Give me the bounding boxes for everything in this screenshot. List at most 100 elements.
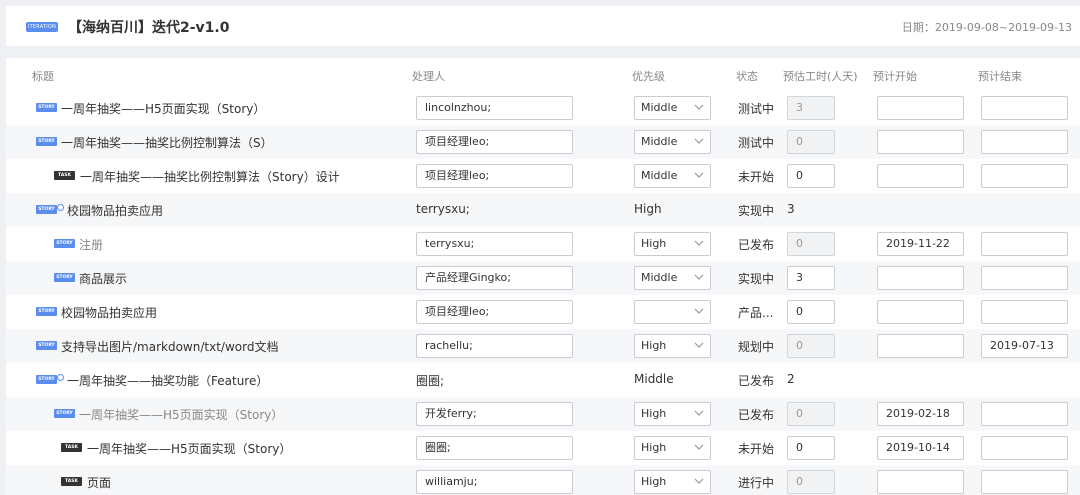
end-date-input[interactable] [981,402,1068,426]
start-date-input[interactable] [877,96,964,120]
row-title[interactable]: 校园物品拍卖应用 [61,304,157,321]
row-title[interactable]: 一周年抽奖——H5页面实现（Story） [61,100,265,117]
priority-value: High [641,237,667,250]
owner-input[interactable]: 开发ferry; [416,402,573,426]
story-badge-icon: STORY [54,273,75,282]
estimate-input[interactable]: 0 [787,164,835,188]
row-title[interactable]: 支持导出图片/markdown/txt/word文档 [61,338,278,355]
owner-input[interactable]: 产品经理Gingko; [416,266,573,290]
start-date-input[interactable] [877,130,964,154]
column-end: 预计结束 [978,70,1022,83]
estimate-input[interactable]: 3 [787,266,835,290]
column-owner: 处理人 [412,70,445,83]
end-date-input[interactable] [981,164,1068,188]
priority-value: Middle [641,101,678,114]
row-title[interactable]: 注册 [79,236,103,253]
chevron-down-icon [694,172,704,178]
priority-select[interactable]: Middle [634,96,711,120]
owner-input[interactable]: 项目经理leo; [416,300,573,324]
priority-value: Middle [641,135,678,148]
owner-input[interactable]: lincolnzhou; [416,96,573,120]
row-title[interactable]: 一周年抽奖——抽奖功能（Feature） [67,372,268,389]
column-estimate: 预估工时(人天) [783,70,858,83]
row-title[interactable]: 一周年抽奖——抽奖比例控制算法（Story）设计 [80,168,340,185]
end-date-input[interactable] [981,300,1068,324]
row-title[interactable]: 页面 [87,474,111,491]
status-text: 实现中 [738,272,775,286]
table-row[interactable]: STORY 支持导出图片/markdown/txt/word文档 rachell… [6,329,1080,363]
row-title[interactable]: 一周年抽奖——H5页面实现（Story） [87,440,291,457]
story-badge-icon: STORY [36,307,57,316]
row-title[interactable]: 校园物品拍卖应用 [67,202,163,219]
start-date-input[interactable] [877,164,964,188]
table-row[interactable]: STORY 校园物品拍卖应用 terrysxu; High 实现中 3 [6,193,1080,227]
chevron-down-icon [694,478,704,484]
estimate-input[interactable]: 0 [787,300,835,324]
status-text: 实现中 [738,204,775,218]
priority-value: Middle [641,271,678,284]
table-row[interactable]: TASK 一周年抽奖——H5页面实现（Story） 圈圈; High 未开始 0… [6,431,1080,465]
priority-select[interactable]: Middle [634,164,711,188]
owner-input[interactable]: williamju; [416,470,573,494]
status-text: 未开始 [738,170,775,184]
start-date-input[interactable] [877,266,964,290]
priority-select[interactable]: High [634,470,711,494]
table-row[interactable]: STORY 校园物品拍卖应用 项目经理leo; 产品... 0 [6,295,1080,329]
owner-input[interactable]: 圈圈; [416,436,573,460]
row-title[interactable]: 一周年抽奖——H5页面实现（Story） [79,406,283,423]
priority-select[interactable]: Middle [634,266,711,290]
task-badge-icon: TASK [54,171,75,180]
task-badge-icon: TASK [61,477,82,486]
row-title[interactable]: 商品展示 [79,270,127,287]
start-date-input[interactable]: 2019-10-14 [877,436,964,460]
owner-text: terrysxu; [416,202,470,216]
owner-input[interactable]: 项目经理leo; [416,164,573,188]
iteration-badge: ITERATION [26,22,58,32]
end-date-input[interactable] [981,130,1068,154]
start-date-input[interactable] [877,470,964,494]
table-row[interactable]: STORY 一周年抽奖——抽奖比例控制算法（S） 项目经理leo; Middle… [6,125,1080,159]
start-date-input[interactable]: 2019-02-18 [877,402,964,426]
owner-input[interactable]: terrysxu; [416,232,573,256]
start-date-input[interactable]: 2019-11-22 [877,232,964,256]
expand-icon[interactable] [57,204,64,211]
table-row[interactable]: STORY 一周年抽奖——抽奖功能（Feature） 圈圈; Middle 已发… [6,363,1080,397]
start-date-input[interactable] [877,300,964,324]
start-date-input[interactable] [877,334,964,358]
priority-select[interactable]: High [634,402,711,426]
priority-select[interactable]: High [634,334,711,358]
table-row[interactable]: STORY 一周年抽奖——H5页面实现（Story） lincolnzhou; … [6,91,1080,125]
priority-select[interactable] [634,300,711,324]
table-row[interactable]: STORY 一周年抽奖——H5页面实现（Story） 开发ferry; High… [6,397,1080,431]
end-date-input[interactable]: 2019-07-13 [981,334,1068,358]
table-row[interactable]: STORY 注册 terrysxu; High 已发布 0 2019-11-22 [6,227,1080,261]
story-badge-icon: STORY [36,341,57,350]
owner-input[interactable]: 项目经理leo; [416,130,573,154]
end-date-input[interactable] [981,266,1068,290]
estimate-input: 3 [787,96,835,120]
table-row[interactable]: TASK 一周年抽奖——抽奖比例控制算法（Story）设计 项目经理leo; M… [6,159,1080,193]
estimate-input: 0 [787,232,835,256]
status-text: 已发布 [738,408,775,422]
iteration-date: 日期：2019-09-08~2019-09-13 [901,21,1072,34]
priority-value: Middle [641,169,678,182]
priority-text: Middle [634,372,674,386]
owner-input[interactable]: rachellu; [416,334,573,358]
expand-icon[interactable] [57,374,64,381]
end-date-input[interactable] [981,436,1068,460]
table-row[interactable]: TASK 页面 williamju; High 进行中 0 [6,465,1080,495]
chevron-down-icon [694,410,704,416]
status-text: 测试中 [738,136,775,150]
chevron-down-icon [694,138,704,144]
priority-select[interactable]: High [634,436,711,460]
status-text: 测试中 [738,102,775,116]
end-date-input[interactable] [981,470,1068,494]
row-title[interactable]: 一周年抽奖——抽奖比例控制算法（S） [61,134,273,151]
estimate-input: 0 [787,470,835,494]
priority-select[interactable]: Middle [634,130,711,154]
priority-select[interactable]: High [634,232,711,256]
end-date-input[interactable] [981,232,1068,256]
table-row[interactable]: STORY 商品展示 产品经理Gingko; Middle 实现中 3 [6,261,1080,295]
estimate-input[interactable]: 0 [787,436,835,460]
end-date-input[interactable] [981,96,1068,120]
